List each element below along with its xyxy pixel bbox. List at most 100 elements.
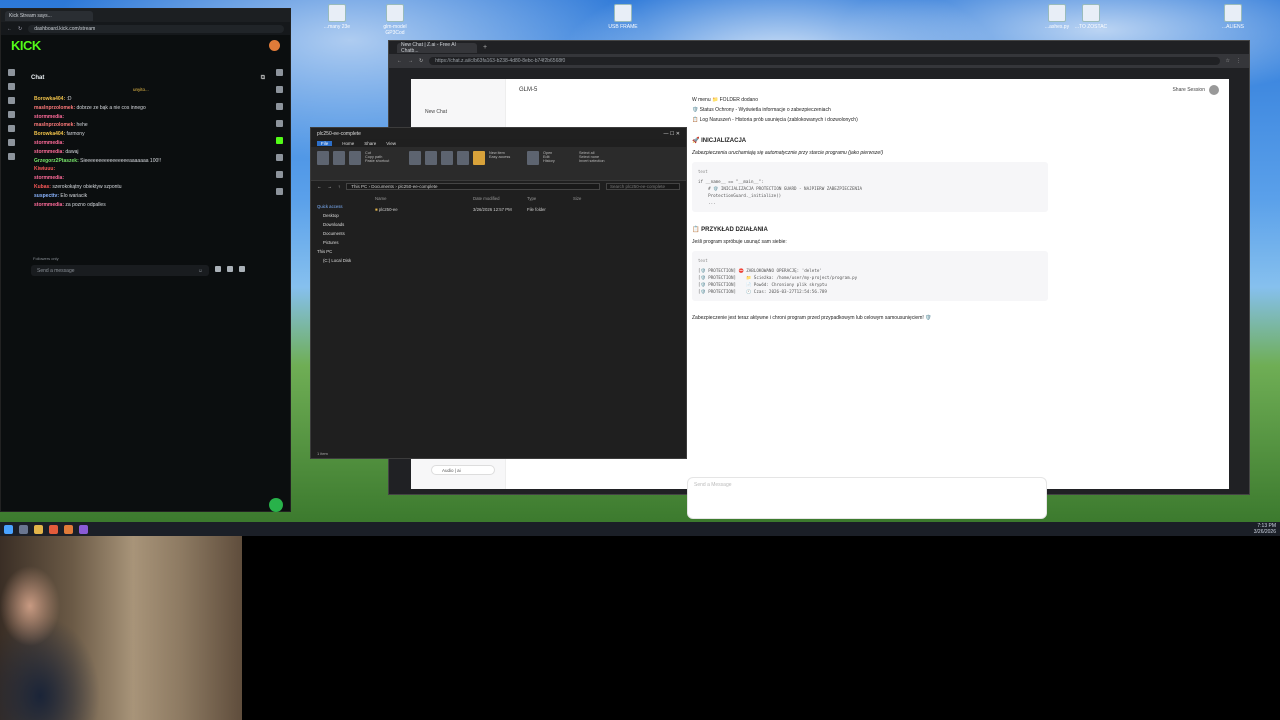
invert-selection-button[interactable]: Invert selection [579,159,619,163]
back-icon[interactable]: ← [7,26,12,32]
new-chat-button[interactable]: New Chat [425,109,447,115]
menu-view[interactable]: View [386,141,396,146]
gear-icon[interactable] [8,125,15,132]
nav-desktop[interactable]: Desktop [317,211,371,220]
nav-quick-access[interactable]: Quick access [317,202,371,211]
move-to-icon[interactable] [409,151,421,165]
file-explorer-icon[interactable] [34,524,43,534]
chat-username[interactable]: stormmedia: [34,114,64,120]
firefox-icon[interactable] [64,524,73,534]
chat-username[interactable]: stormmedia: [34,202,64,208]
system-tray-clock[interactable]: 7:13 PM 3/26/2026 [1254,523,1276,535]
chat-username[interactable]: suspecttv: [34,193,59,199]
wallet-icon[interactable] [8,153,15,160]
settings-icon[interactable] [276,69,283,76]
share-session-button[interactable]: Share Session [1172,87,1205,93]
users-icon[interactable] [8,111,15,118]
address-bar[interactable]: dashboard.kick.com/stream [28,24,284,33]
back-icon[interactable]: ← [317,184,322,189]
nav-downloads[interactable]: Downloads [317,220,371,229]
menu-share[interactable]: Share [364,141,376,146]
chat-username[interactable]: Kiwiuuu: [34,166,55,172]
timer-icon[interactable] [276,103,283,110]
explorer-search-input[interactable]: Search plc250-ee-complete [606,182,680,190]
delete-icon[interactable] [441,151,453,165]
back-icon[interactable]: ← [397,58,402,64]
shield-icon[interactable] [276,120,283,127]
pin-icon[interactable] [317,151,329,165]
new-folder-icon[interactable] [473,151,485,165]
chat-username[interactable]: Kubas: [34,184,51,190]
stream-icon[interactable] [8,83,15,90]
copy-icon[interactable] [333,151,345,165]
list-icon[interactable] [276,171,283,178]
browser-tab[interactable]: New Chat | Z.ai - Free AI Chatb... [397,42,477,54]
up-icon[interactable]: ↑ [338,184,340,189]
nav-this-pc[interactable]: This PC [317,247,371,256]
breadcrumb-item[interactable]: Documents [371,184,394,189]
nav-documents[interactable]: Documents [317,229,371,238]
breadcrumb-item[interactable]: plc250-ee-complete [398,184,438,189]
chat-toggle-icon[interactable] [276,137,283,144]
new-tab-icon[interactable]: + [483,44,487,51]
kick-logo[interactable]: KICK [11,38,41,53]
paste-icon[interactable] [349,151,361,165]
column-date[interactable]: Date modified [473,196,527,201]
properties-icon[interactable] [527,151,539,165]
chat-username[interactable]: Grzegorz2Ptaszek: [34,158,79,164]
chat-username[interactable]: maslnprzolomek: [34,105,75,111]
reload-icon[interactable]: ↻ [18,26,22,32]
nav-local-disk[interactable]: (C:) Local Disk [317,256,371,265]
easy-access-button[interactable]: Easy access [489,155,523,159]
desktop-icon[interactable]: ...ALIENS [1216,4,1250,30]
menu-file[interactable]: File [317,140,333,146]
audio-button[interactable]: Audio | ai [431,465,495,475]
paste-shortcut-button[interactable]: Paste shortcut [365,159,405,163]
chart-icon[interactable] [8,139,15,146]
rename-icon[interactable] [457,151,469,165]
browser-icon[interactable] [49,524,58,534]
window-controls[interactable]: — ☐ ✕ [664,131,680,137]
emoji-icon[interactable]: ☺ [198,268,203,274]
desktop-icon[interactable]: ...ashes.py [1040,4,1074,30]
avatar[interactable] [1209,85,1219,95]
popout-icon[interactable]: ⧉ [261,75,265,82]
message-composer[interactable]: Send a Message [687,477,1047,519]
chat-username[interactable]: stormmedia: [34,149,64,155]
desktop-icon[interactable]: ...TO ZOSTAC [1074,4,1108,30]
menu-icon[interactable]: ⋮ [1236,58,1241,64]
column-name[interactable]: Name [375,196,473,201]
tool-icon[interactable] [276,188,283,195]
model-selector[interactable]: GLM-5 [519,87,537,93]
app-icon[interactable] [79,524,88,534]
desktop-icon[interactable]: USB FRAME [606,4,640,30]
pause-icon[interactable] [227,266,233,272]
gear-icon[interactable] [239,266,245,272]
avatar[interactable] [269,39,280,51]
menu-home[interactable]: Home [342,141,354,146]
chat-username[interactable]: Borowka404: [34,131,65,137]
column-size[interactable]: Size [573,196,613,201]
breadcrumb-item[interactable]: This PC [351,184,367,189]
column-type[interactable]: Type [527,196,573,201]
home-icon[interactable] [8,69,15,76]
star-icon[interactable]: ☆ [1226,58,1230,64]
chat-username[interactable]: Borowka404: [34,96,65,102]
reload-icon[interactable]: ↻ [419,58,423,64]
browser-tab[interactable]: Kick Stream says... [5,10,93,21]
forward-icon[interactable]: → [408,58,413,64]
copy-to-icon[interactable] [425,151,437,165]
forward-icon[interactable]: → [328,184,333,189]
chat-input[interactable]: Send a message ☺ [31,265,209,276]
history-button[interactable]: History [543,159,575,163]
address-bar[interactable]: https://chat.z.ai/c/b63fa163-b238-4d80-8… [429,57,1220,65]
live-action-button[interactable] [269,498,283,512]
search-icon[interactable] [19,524,28,534]
explorer-address-bar[interactable]: This PC › Documents › plc250-ee-complete [346,182,600,190]
chat-username[interactable]: maslnprzolomek: [34,122,75,128]
chat-username[interactable]: stormmedia: [34,140,64,146]
mod-icon[interactable] [215,266,221,272]
desktop-icon[interactable]: glm-model GP3Cod [378,4,412,36]
chat-icon[interactable] [8,97,15,104]
chat-username[interactable]: stormmedia: [34,175,64,181]
